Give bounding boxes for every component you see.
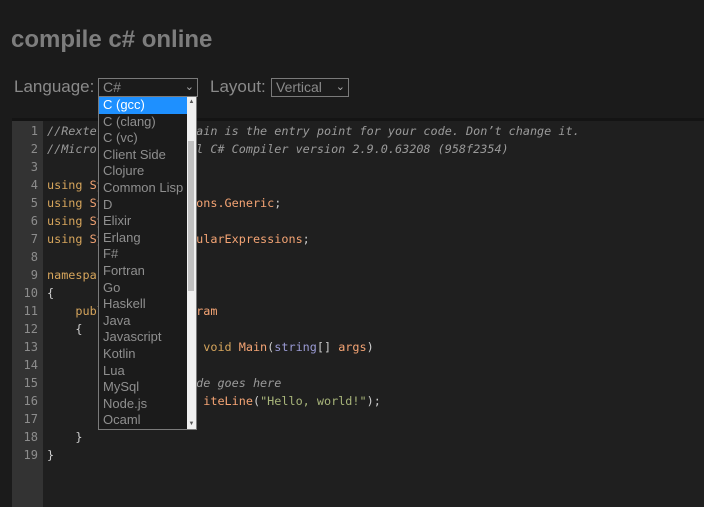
code-token: ; bbox=[274, 196, 282, 210]
language-option[interactable]: Clojure bbox=[99, 163, 187, 180]
language-option[interactable]: D bbox=[99, 197, 187, 214]
code-token: ularExpressions bbox=[196, 232, 303, 246]
line-number: 6 bbox=[30, 214, 38, 228]
language-option[interactable]: Common Lisp bbox=[99, 180, 187, 197]
line-number: 15 bbox=[23, 376, 38, 390]
code-token: ( bbox=[267, 340, 275, 354]
code-token: //Micro bbox=[47, 142, 97, 156]
code-token: namespa bbox=[47, 268, 97, 282]
scroll-down-icon[interactable]: ▼ bbox=[187, 421, 196, 427]
code-token: void bbox=[203, 340, 232, 354]
code-token: ; bbox=[302, 232, 310, 246]
code-token: Main bbox=[238, 340, 268, 354]
language-option[interactable]: C (clang) bbox=[99, 114, 187, 131]
code-token: ons.Generic bbox=[196, 196, 275, 210]
language-option[interactable]: Javascript bbox=[99, 329, 187, 346]
layout-select[interactable]: Vertical ⌄ bbox=[271, 78, 349, 97]
code-token: l C# Compiler version 2.9.0.63208 (958f2… bbox=[196, 142, 509, 156]
line-number: 2 bbox=[30, 142, 38, 156]
line-number: 3 bbox=[30, 160, 38, 174]
language-option[interactable]: Client Side bbox=[99, 147, 187, 164]
language-option[interactable]: Ocaml bbox=[99, 412, 187, 429]
line-number: 12 bbox=[23, 322, 38, 336]
code-token: using bbox=[47, 214, 83, 228]
line-number: 10 bbox=[23, 286, 38, 300]
line-number: 13 bbox=[23, 340, 38, 354]
language-option[interactable]: C (gcc) bbox=[99, 97, 187, 114]
language-select-value: C# bbox=[103, 79, 121, 95]
code-token: ain is the entry point for your code. Do… bbox=[196, 124, 580, 138]
code-token: } bbox=[47, 448, 55, 462]
language-option[interactable]: Lua bbox=[99, 363, 187, 380]
language-label: Language: bbox=[14, 77, 95, 96]
line-number: 7 bbox=[30, 232, 38, 246]
code-token: ( bbox=[252, 394, 261, 408]
line-number: 8 bbox=[30, 250, 38, 264]
code-token: { bbox=[47, 286, 55, 300]
line-number: 19 bbox=[23, 448, 38, 462]
code-token: } bbox=[75, 430, 83, 444]
scrollbar-thumb[interactable] bbox=[188, 141, 194, 291]
page-title: compile c# online bbox=[11, 26, 213, 53]
language-option[interactable]: MySql bbox=[99, 379, 187, 396]
code-token: [] bbox=[316, 340, 332, 354]
line-number: 1 bbox=[30, 124, 38, 138]
language-option[interactable]: Kotlin bbox=[99, 346, 187, 363]
line-number: 16 bbox=[23, 394, 38, 408]
language-option[interactable]: Node.js bbox=[99, 396, 187, 413]
code-token: "Hello, world!" bbox=[260, 394, 367, 408]
code-token: using bbox=[47, 178, 83, 192]
language-option[interactable]: Go bbox=[99, 280, 187, 297]
line-number: 14 bbox=[23, 358, 38, 372]
code-token: iteLine bbox=[203, 394, 253, 408]
dropdown-scrollbar[interactable]: ▲ ▼ bbox=[187, 97, 196, 429]
code-token: //Rexte bbox=[47, 124, 97, 138]
code-token: de goes here bbox=[196, 376, 282, 390]
line-number: 17 bbox=[23, 412, 38, 426]
line-number-gutter: 1 2 3 4 5 6 7 8 9 10 11 12 13 14 15 16 17 18 19 bbox=[12, 121, 43, 507]
layout-select-value: Vertical bbox=[276, 79, 322, 95]
code-token: ) bbox=[366, 340, 374, 354]
code-token: ); bbox=[366, 394, 381, 408]
chevron-down-icon: ⌄ bbox=[335, 81, 345, 93]
language-dropdown-list[interactable]: C (gcc) C (clang) C (vc) Client Side Clojure… bbox=[98, 96, 197, 430]
code-token: { bbox=[75, 322, 83, 336]
language-option[interactable]: Java bbox=[99, 313, 187, 330]
scroll-up-icon[interactable]: ▲ bbox=[187, 99, 196, 105]
language-option[interactable]: C (vc) bbox=[99, 130, 187, 147]
code-token: args bbox=[338, 340, 367, 354]
language-option[interactable]: F# bbox=[99, 246, 187, 263]
language-option[interactable]: Erlang bbox=[99, 230, 187, 247]
language-option[interactable]: Elixir bbox=[99, 213, 187, 230]
language-option[interactable]: Haskell bbox=[99, 296, 187, 313]
code-token: using bbox=[47, 196, 83, 210]
language-option[interactable]: Fortran bbox=[99, 263, 187, 280]
code-token: ram bbox=[196, 304, 218, 318]
line-number: 18 bbox=[23, 430, 38, 444]
line-number: 9 bbox=[30, 268, 38, 282]
code-token: string bbox=[274, 340, 317, 354]
chevron-down-icon: ⌄ bbox=[184, 81, 194, 93]
line-number: 11 bbox=[23, 304, 38, 318]
language-select[interactable]: C# ⌄ bbox=[98, 78, 198, 97]
layout-label: Layout: bbox=[210, 77, 266, 96]
code-token: using bbox=[47, 232, 83, 246]
line-number: 5 bbox=[30, 196, 38, 210]
line-number: 4 bbox=[30, 178, 38, 192]
